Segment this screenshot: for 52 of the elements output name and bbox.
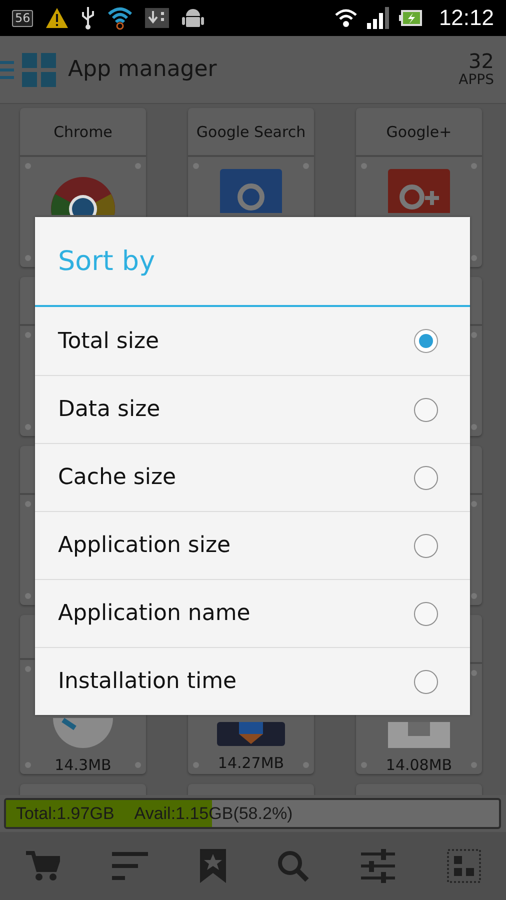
search-icon[interactable]	[277, 850, 310, 882]
grid-view-icon[interactable]	[446, 849, 481, 883]
app-icon	[388, 722, 450, 748]
app-count: 32	[468, 50, 494, 72]
option-label: Data size	[58, 397, 160, 422]
app-name: Google+	[386, 122, 452, 140]
cart-icon[interactable]	[26, 850, 60, 882]
app-icon	[53, 718, 113, 748]
battery-icon	[398, 9, 423, 27]
sort-option[interactable]: Application name	[35, 579, 470, 647]
bookmark-star-icon[interactable]	[200, 849, 226, 883]
app-icon	[220, 169, 282, 213]
radio-button[interactable]	[414, 602, 438, 626]
app-size: 14.08MB	[386, 756, 452, 774]
app-icon	[388, 169, 450, 213]
radio-button[interactable]	[414, 466, 438, 490]
app-icon	[217, 722, 285, 746]
sort-option[interactable]: Data size	[35, 375, 470, 443]
wifi-icon	[107, 6, 134, 30]
grid-logo-icon	[22, 52, 56, 86]
sort-option[interactable]: Installation time	[35, 647, 470, 715]
app-name: Chrome	[54, 122, 112, 140]
radio-button[interactable]	[414, 670, 438, 694]
app-size: 14.3MB	[54, 756, 112, 774]
warning-icon	[45, 7, 70, 29]
option-label: Application name	[58, 601, 250, 626]
usb-icon	[81, 6, 96, 30]
sort-icon[interactable]	[112, 852, 148, 880]
sliders-icon[interactable]	[361, 849, 396, 883]
app-count-label: APPS	[458, 72, 494, 89]
sort-option[interactable]: Cache size	[35, 443, 470, 511]
sort-option[interactable]: Total size	[35, 307, 470, 375]
android-icon	[181, 6, 206, 30]
dialog-title: Sort by	[35, 217, 470, 307]
option-label: Cache size	[58, 465, 176, 490]
option-label: Application size	[58, 533, 231, 558]
sort-option[interactable]: Application size	[35, 511, 470, 579]
signal-icon	[366, 7, 389, 29]
option-label: Total size	[58, 328, 160, 354]
menu-icon[interactable]	[0, 60, 14, 80]
app-name: Google Search	[196, 122, 306, 140]
wifi-icon	[334, 8, 357, 28]
clock-time: 12:12	[438, 5, 494, 31]
radio-button[interactable]	[414, 534, 438, 558]
radio-button[interactable]	[414, 398, 438, 422]
option-label: Installation time	[58, 669, 237, 694]
notification-badge: 56	[12, 10, 34, 26]
download-icon	[145, 8, 170, 28]
app-size: 14.27MB	[218, 754, 284, 772]
total-storage: Total:1.97GB	[16, 804, 114, 824]
radio-button[interactable]	[414, 329, 438, 353]
app-title: App manager	[68, 57, 218, 82]
